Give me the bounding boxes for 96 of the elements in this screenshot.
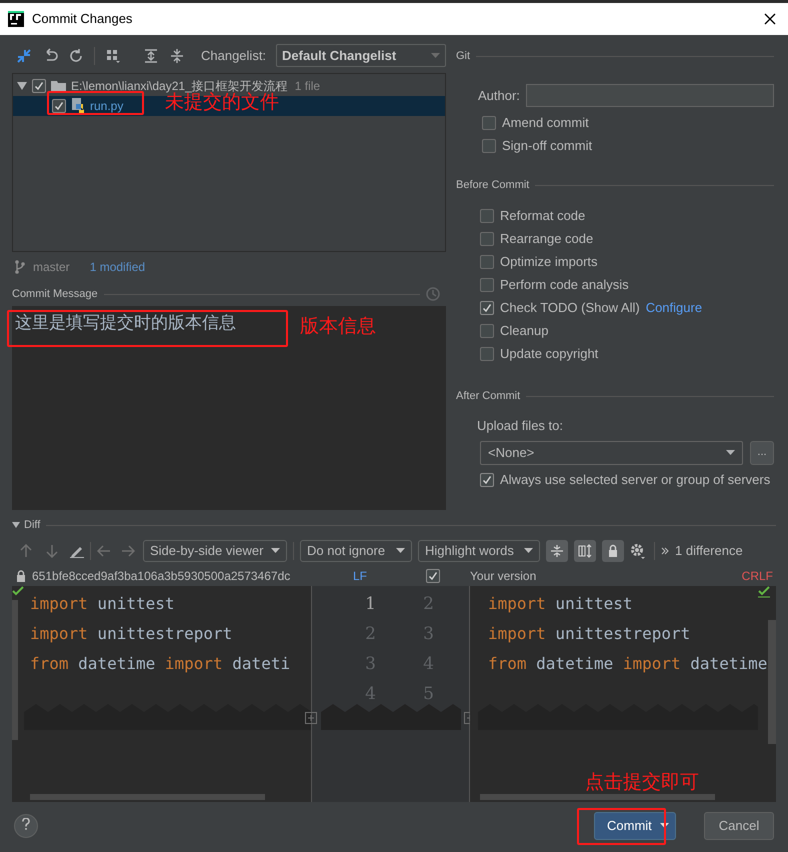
help-button[interactable] [14,814,38,838]
refresh-icon [68,48,84,64]
chevrons-icon [661,547,669,555]
changelist-dropdown[interactable]: Default Changelist [276,44,446,68]
checkbox[interactable] [480,232,494,246]
code-line: import unittest [29,593,176,615]
file-count: 1 file [294,78,320,95]
annotation-text: 版本信息 [300,317,376,336]
line-separator: LF [353,568,368,585]
configure-link[interactable]: Configure [646,298,702,318]
cancel-button[interactable]: Cancel [704,812,774,840]
lock-icon [16,570,26,582]
code-line: import unittestreport [487,623,692,645]
diff-dropdown[interactable]: Do not ignore [300,540,412,562]
collapse-icon[interactable] [546,540,568,562]
server-dropdown[interactable]: <None> [480,440,743,464]
upload-label: Upload files to: [476,417,564,435]
browse-button[interactable]: ... [750,440,774,464]
code-line: import unittestreport [29,623,234,645]
author-field[interactable] [526,84,774,107]
expand-icon [305,712,317,724]
left-arrow-icon [97,545,111,557]
checkbox-label: Amend commit [502,114,589,132]
lock-icon[interactable] [602,540,624,562]
settings-icon [630,543,646,559]
caret-icon [396,548,405,554]
branch-icon [15,260,25,274]
caret-icon [524,548,533,554]
check-icon [12,586,24,596]
checkbox[interactable] [480,254,494,268]
checkbox[interactable] [52,98,66,113]
checkbox[interactable] [32,78,46,93]
checkbox-label: Optimize imports [500,252,598,271]
section-label: Before Commit [456,178,530,193]
python-file-icon [71,98,85,114]
revision-hash: 651bfe8cced9af3ba106a3b5930500a2573467dc [32,568,290,585]
checkbox-label: Cleanup [500,322,548,340]
annotation-text: 未提交的文件 [165,93,279,112]
branch-name: master [33,258,70,276]
commit-button[interactable]: Commit [594,812,676,840]
caret-icon [271,548,280,554]
group-icon [105,48,121,64]
version-label: Your version [470,568,536,585]
annotation-text: 点击提交即可 [585,773,699,792]
section-label: Git [456,48,470,64]
section-label: Commit Message [12,287,98,302]
section-label[interactable]: Diff [24,516,40,534]
checkbox-label: Rearrange code [500,230,594,248]
help-icon [22,818,30,830]
checkbox-label: Perform code analysis [500,276,629,294]
window-title: Commit Changes [32,10,134,28]
right-arrow-icon [121,545,135,557]
author-label: Author: [478,86,520,105]
arrows-icon [16,48,32,64]
code-line: from datetime import dateti [29,653,292,675]
caret-icon [660,823,669,829]
checkbox[interactable] [480,346,494,360]
changes-count[interactable]: 1 modified [90,258,146,276]
checkbox-label: Sign-off commit [502,136,592,155]
caret-icon [726,450,735,456]
pencil-icon [70,544,84,558]
expanded-arrow-icon [17,80,27,91]
checkbox-label: Check TODO (Show All) [500,298,640,317]
expand-all-icon [143,48,159,64]
difference-count: 1 difference [675,542,743,560]
sync-scroll-icon[interactable] [574,540,596,562]
diff-dropdown[interactable]: Side-by-side viewer [143,540,287,562]
checkbox[interactable] [480,278,494,292]
checkbox[interactable] [426,569,440,583]
line-separator: CRLF [742,568,773,585]
close-icon [764,13,776,25]
checkbox[interactable] [482,116,496,130]
file-name: run.py [90,98,124,115]
folder-icon [51,80,66,92]
up-arrow-icon [20,544,32,558]
line-number: 1 [364,593,376,616]
code-line: from datetime import datetime [487,653,768,675]
caret-icon [431,52,440,59]
section-label: After Commit [456,388,520,404]
app-logo-icon [8,11,24,27]
folder-path: E:\lemon\lianxi\day21_接口框架开发流程 [71,78,288,93]
down-arrow-icon [46,544,58,558]
checkbox-label: Update copyright [500,344,598,363]
history-icon [426,287,440,302]
checkbox[interactable] [480,473,494,487]
checkbox-label: Reformat code [500,206,586,225]
checkbox[interactable] [480,324,494,338]
changelist-label: Changelist: [201,47,266,66]
checkbox[interactable] [480,300,494,314]
collapse-all-icon [169,48,185,64]
checkbox-label: Always use selected server or group of servers [500,471,770,490]
code-line: import unittest [487,593,634,615]
diff-dropdown[interactable]: Highlight words [418,540,540,562]
checkbox[interactable] [480,208,494,222]
check-icon [758,586,770,598]
checkbox[interactable] [482,138,496,152]
